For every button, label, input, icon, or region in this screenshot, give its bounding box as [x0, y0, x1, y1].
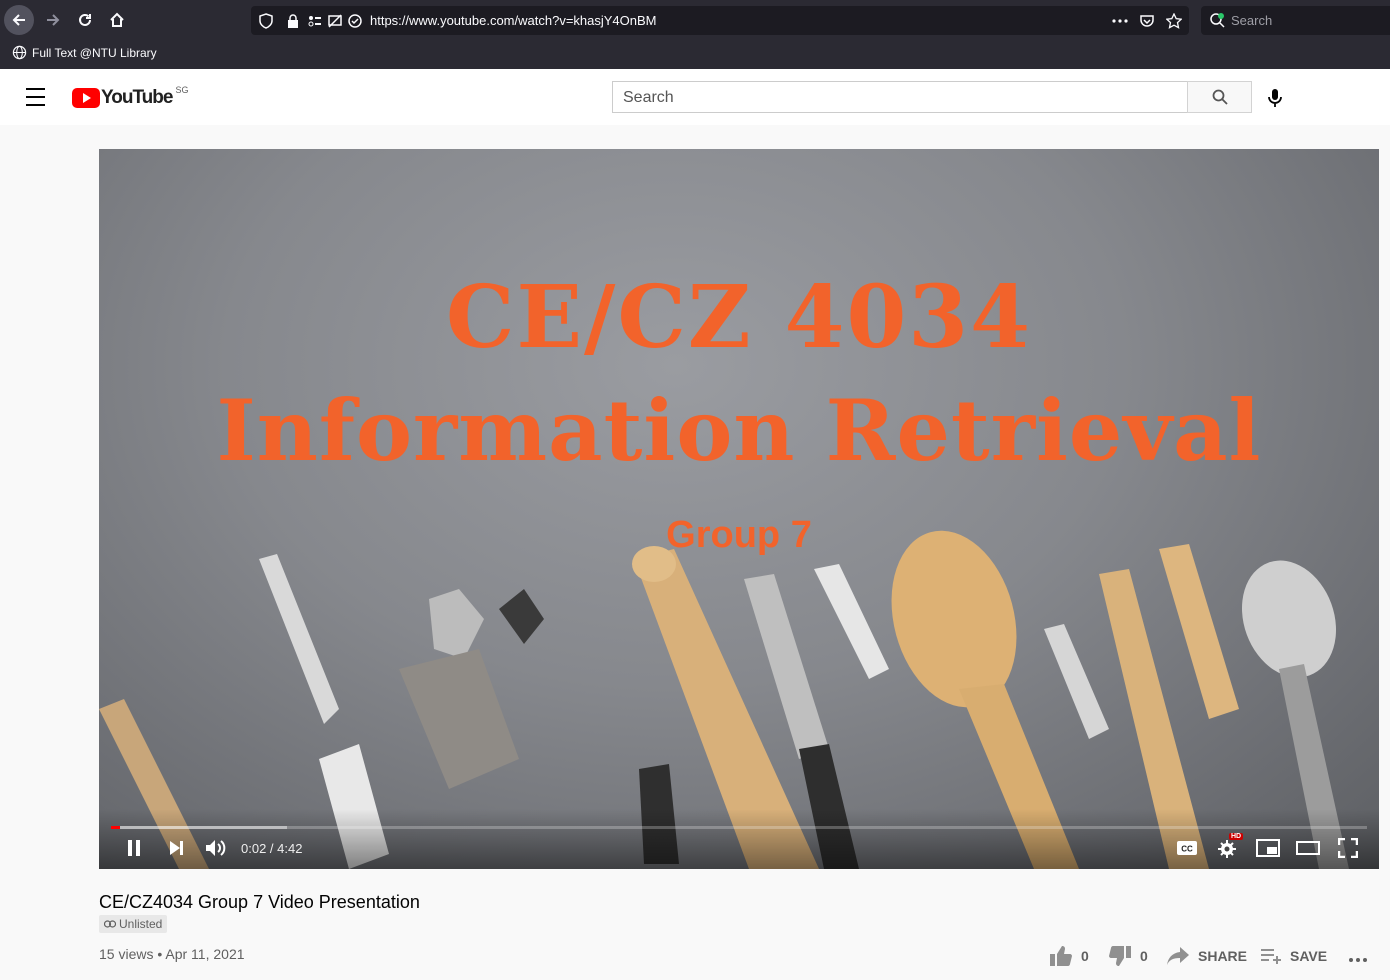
subtitles-button[interactable]: CC — [1175, 835, 1199, 861]
youtube-header: YouTube SG Search — [0, 69, 1390, 125]
pause-button[interactable] — [121, 835, 147, 861]
browser-chrome: https://www.youtube.com/watch?v=khasjY4O… — [0, 0, 1390, 69]
media-permission-icon[interactable] — [347, 13, 363, 29]
video-title: CE/CZ4034 Group 7 Video Presentation — [99, 892, 420, 912]
url-bar[interactable]: https://www.youtube.com/watch?v=khasjY4O… — [251, 6, 1189, 35]
voice-search-button[interactable] — [1262, 85, 1288, 111]
youtube-play-logo-icon — [72, 88, 100, 108]
gear-icon — [1218, 840, 1236, 858]
bookmark-label: Full Text @NTU Library — [32, 45, 157, 60]
theater-mode-icon — [1296, 841, 1320, 855]
search-engine-icon — [1210, 13, 1225, 28]
utensils-background-image — [99, 530, 1349, 869]
miniplayer-button[interactable] — [1255, 835, 1281, 861]
thumbs-up-icon — [1050, 946, 1072, 966]
link-icon — [104, 920, 116, 928]
progress-bar[interactable] — [111, 826, 1367, 829]
video-title-line-2: Information Retrieval — [216, 381, 1262, 480]
svg-text:CC: CC — [1181, 845, 1193, 854]
like-count: 0 — [1081, 948, 1089, 964]
menu-icon[interactable] — [24, 88, 48, 106]
progress-buffered — [111, 826, 287, 829]
search-button[interactable] — [1187, 81, 1252, 113]
unlisted-badge: Unlisted — [99, 915, 168, 933]
logo-text: YouTube — [101, 87, 173, 108]
video-title-line-1: CE/CZ 4034 — [446, 267, 1032, 368]
web-search-box[interactable]: Search — [1201, 6, 1390, 35]
reload-button[interactable] — [70, 6, 100, 34]
settings-button[interactable]: HD — [1213, 833, 1244, 861]
progress-played — [111, 826, 120, 829]
volume-icon — [206, 840, 226, 856]
reload-icon — [79, 13, 91, 26]
skip-next-icon — [170, 841, 183, 855]
search-icon — [1212, 89, 1228, 105]
logo-region: SG — [175, 85, 189, 95]
closed-captions-icon: CC — [1177, 841, 1197, 855]
home-button[interactable] — [102, 6, 132, 34]
pocket-icon[interactable] — [1139, 13, 1155, 29]
like-button[interactable]: 0 — [1049, 944, 1089, 968]
search-placeholder: Search — [623, 89, 674, 106]
page-actions-icon[interactable] — [1111, 13, 1129, 29]
forward-button[interactable] — [38, 6, 68, 34]
time-display: 0:02 / 4:42 — [241, 841, 303, 856]
hd-badge: HD — [1229, 833, 1244, 840]
share-button[interactable]: SHARE — [1166, 944, 1247, 968]
volume-button[interactable] — [203, 835, 229, 861]
home-icon — [110, 12, 124, 27]
back-arrow-icon — [12, 14, 25, 26]
url-text[interactable]: https://www.youtube.com/watch?v=khasjY4O… — [370, 13, 657, 28]
add-to-playlist-icon — [1261, 949, 1281, 964]
lock-icon[interactable] — [285, 13, 301, 29]
search-input[interactable]: Search — [612, 81, 1188, 113]
save-button[interactable]: SAVE — [1260, 944, 1327, 968]
bookmark-full-text-ntu[interactable]: Full Text @NTU Library — [12, 45, 157, 60]
video-title-line-3: Group 7 — [666, 514, 812, 556]
autoplay-blocked-icon[interactable] — [327, 13, 343, 29]
unlisted-label: Unlisted — [119, 917, 163, 931]
next-button[interactable] — [163, 835, 189, 861]
tracking-shield-icon[interactable] — [258, 13, 274, 29]
fullscreen-button[interactable] — [1335, 835, 1361, 861]
globe-icon — [12, 45, 27, 60]
forward-arrow-icon — [47, 14, 60, 26]
web-search-placeholder: Search — [1231, 13, 1273, 28]
pause-icon — [128, 840, 140, 856]
microphone-icon — [1268, 89, 1282, 107]
bookmark-star-icon[interactable] — [1166, 13, 1182, 29]
save-label: SAVE — [1290, 948, 1328, 964]
permissions-icon[interactable] — [307, 13, 323, 29]
theater-mode-button[interactable] — [1295, 835, 1321, 861]
share-icon — [1167, 947, 1189, 965]
back-button[interactable] — [4, 5, 34, 35]
dislike-count: 0 — [1140, 948, 1148, 964]
dislike-button[interactable]: 0 — [1108, 944, 1148, 968]
more-actions-button[interactable] — [1348, 946, 1368, 970]
youtube-logo[interactable]: YouTube SG — [72, 85, 189, 109]
video-player[interactable]: CE/CZ 4034 Information Retrieval Group 7… — [99, 149, 1379, 869]
fullscreen-icon — [1338, 838, 1358, 858]
thumbs-down-icon — [1109, 946, 1131, 966]
share-label: SHARE — [1198, 948, 1248, 964]
miniplayer-icon — [1256, 839, 1280, 857]
view-count-date: 15 views • Apr 11, 2021 — [99, 946, 245, 962]
more-horizontal-icon — [1349, 958, 1367, 962]
